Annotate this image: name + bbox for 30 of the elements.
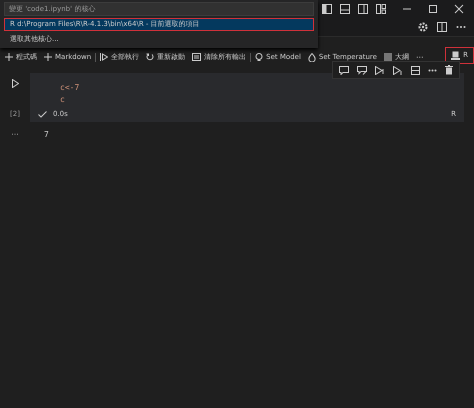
cell-output: 7 (43, 130, 49, 138)
code-line: c (60, 95, 65, 104)
run-above-icon[interactable] (375, 66, 385, 74)
panel-toggle-icon[interactable] (340, 4, 350, 14)
split-layout-icon[interactable] (358, 4, 368, 14)
comment-icon[interactable] (339, 66, 349, 74)
layout-grid-icon[interactable] (376, 4, 386, 14)
plus-icon (44, 53, 52, 61)
plus-icon (5, 53, 13, 61)
trash-icon[interactable] (445, 65, 453, 75)
comment-edit-icon[interactable] (357, 66, 367, 74)
play-icon (100, 53, 108, 61)
list-icon (384, 53, 392, 61)
close-icon[interactable] (454, 4, 464, 14)
run-below-icon[interactable] (393, 66, 403, 74)
code-line: c<-7 (60, 83, 80, 92)
more-icon[interactable] (456, 25, 466, 29)
split-cell-icon[interactable] (411, 66, 420, 74)
more-icon[interactable] (428, 68, 437, 72)
maximize-icon[interactable] (428, 4, 438, 14)
output-menu[interactable]: ··· (0, 130, 30, 138)
settings-icon[interactable] (418, 22, 428, 32)
run-cell-icon[interactable] (12, 79, 18, 88)
restart-icon (146, 53, 154, 61)
server-icon (451, 50, 460, 60)
split-editor-icon[interactable] (437, 22, 447, 32)
clear-outputs-icon (192, 53, 202, 61)
toolbar-button[interactable]: ··· (412, 52, 427, 62)
lightbulb-icon (255, 52, 264, 62)
sidebar-toggle-icon[interactable] (322, 4, 332, 14)
